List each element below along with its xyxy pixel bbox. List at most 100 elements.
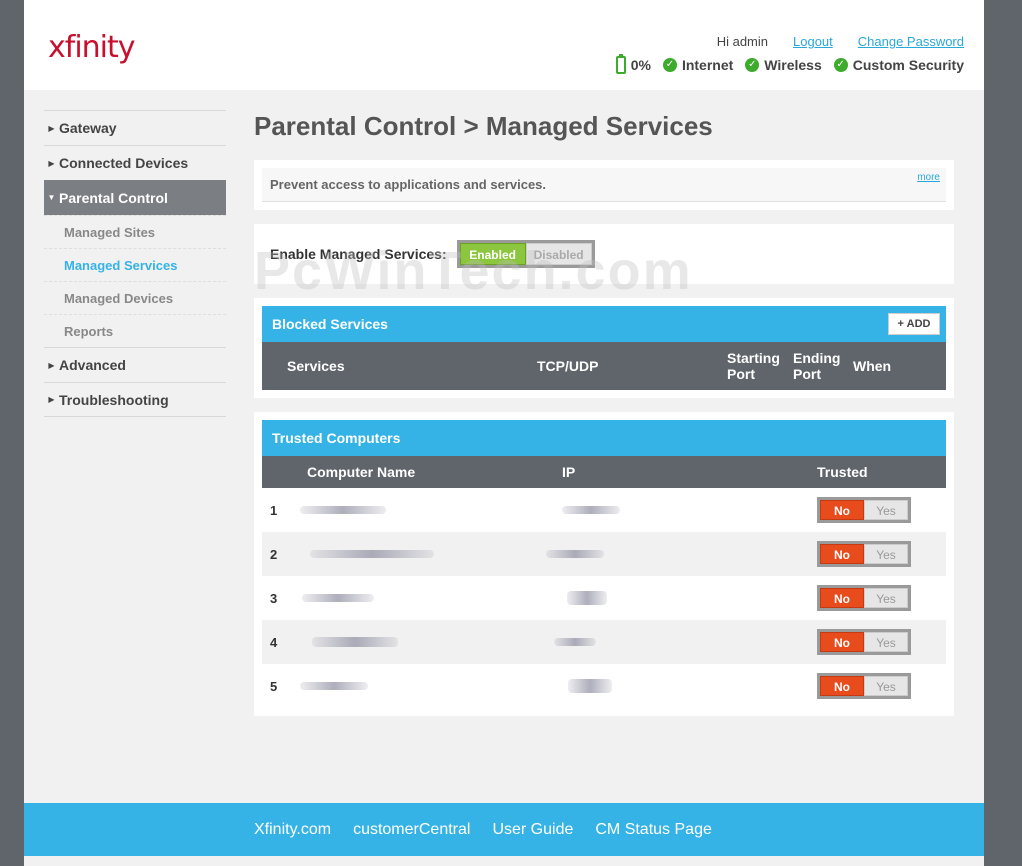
redacted-name <box>310 550 434 558</box>
triangle-right-icon: ▶ <box>48 395 55 404</box>
xfinity-logo[interactable]: xfinity <box>48 30 136 65</box>
trusted-computers-title: Trusted Computers <box>272 430 401 446</box>
table-row: 2 No Yes <box>262 532 946 576</box>
internet-status: ✓ Internet <box>662 57 734 73</box>
yes-button[interactable]: Yes <box>864 632 908 652</box>
enable-panel: Enable Managed Services: Enabled Disable… <box>254 224 954 284</box>
blocked-services-title: Blocked Services <box>272 316 388 332</box>
redacted-ip <box>567 591 607 605</box>
column-header: Computer Name <box>307 464 416 480</box>
redacted-name <box>302 594 374 602</box>
sidebar-subitem-managed-devices[interactable]: Managed Devices <box>44 281 226 314</box>
more-link[interactable]: more <box>917 172 940 183</box>
sidebar-subitem-reports[interactable]: Reports <box>44 314 226 347</box>
redacted-ip <box>568 679 612 693</box>
redacted-name <box>300 682 368 690</box>
column-header: Trusted <box>817 464 868 480</box>
battery-icon <box>615 54 626 74</box>
check-icon: ✓ <box>745 58 760 72</box>
triangle-right-icon: ▶ <box>48 158 55 168</box>
battery-status: 0% <box>615 54 651 74</box>
footer-link-cm-status[interactable]: CM Status Page <box>595 821 712 839</box>
footer-link-customer-central[interactable]: customerCentral <box>353 821 470 839</box>
intro-text: Prevent access to applications and servi… <box>262 168 946 202</box>
row-number: 4 <box>270 634 278 650</box>
no-button[interactable]: No <box>820 544 864 564</box>
enable-label: Enable Managed Services: <box>270 246 447 262</box>
sidebar-item-parental-control[interactable]: ▼ Parental Control <box>44 180 226 215</box>
footer-link-user-guide[interactable]: User Guide <box>492 821 573 839</box>
footer-link-xfinity[interactable]: Xfinity.com <box>254 821 331 839</box>
triangle-right-icon: ▶ <box>48 123 55 133</box>
security-label: Custom Security <box>852 57 964 73</box>
footer: Xfinity.com customerCentral User Guide C… <box>24 803 984 856</box>
column-header: TCP/UDP <box>537 358 599 374</box>
trusted-toggle[interactable]: No Yes <box>817 541 911 567</box>
trusted-toggle[interactable]: No Yes <box>817 497 911 523</box>
redacted-name <box>312 637 398 647</box>
redacted-ip <box>554 638 596 646</box>
yes-button[interactable]: Yes <box>864 676 908 696</box>
row-number: 3 <box>270 590 278 606</box>
security-status: ✓ Custom Security <box>833 57 964 73</box>
sidebar: ▶ Gateway ▶ Connected Devices ▼ Parental… <box>44 110 226 417</box>
wireless-status: ✓ Wireless <box>745 57 822 73</box>
trusted-toggle[interactable]: No Yes <box>817 629 911 655</box>
no-button[interactable]: No <box>820 588 864 608</box>
status-bar: 0% ✓ Internet ✓ Wireless ✓ Custom Securi… <box>615 54 964 74</box>
row-number: 1 <box>270 502 278 518</box>
column-header: When <box>853 358 892 374</box>
column-header: Services <box>287 358 345 374</box>
sidebar-item-troubleshooting[interactable]: ▶ Troubleshooting <box>44 382 226 417</box>
enable-toggle[interactable]: Enabled Disabled <box>456 240 595 268</box>
table-row: 5 No Yes <box>262 664 946 708</box>
redacted-ip <box>562 506 620 514</box>
change-password-link[interactable]: Change Password <box>858 34 964 49</box>
sidebar-item-advanced[interactable]: ▶ Advanced <box>44 347 226 382</box>
blocked-services-columns: Services TCP/UDP Starting Port Ending Po… <box>262 342 946 390</box>
check-icon: ✓ <box>833 58 848 72</box>
wireless-label: Wireless <box>764 57 822 73</box>
table-row: 1 No Yes <box>262 488 946 532</box>
yes-button[interactable]: Yes <box>864 588 908 608</box>
intro-panel: Prevent access to applications and servi… <box>254 160 954 210</box>
triangle-down-icon: ▼ <box>47 193 56 202</box>
sidebar-item-label: Connected Devices <box>59 155 189 171</box>
sidebar-item-connected-devices[interactable]: ▶ Connected Devices <box>44 145 226 180</box>
no-button[interactable]: No <box>820 632 864 652</box>
sidebar-item-label: Troubleshooting <box>59 391 169 408</box>
greeting: Hi admin <box>716 34 768 49</box>
no-button[interactable]: No <box>820 500 864 520</box>
main-content: Parental Control > Managed Services Prev… <box>254 108 954 730</box>
sidebar-item-gateway[interactable]: ▶ Gateway <box>44 110 226 145</box>
sidebar-subitem-managed-sites[interactable]: Managed Sites <box>44 215 226 248</box>
redacted-name <box>300 506 386 514</box>
no-button[interactable]: No <box>820 676 864 696</box>
trusted-computers-header: Trusted Computers <box>262 420 946 456</box>
top-links: Hi admin Logout Change Password <box>717 34 964 49</box>
header: xfinity Hi admin Logout Change Password … <box>24 0 984 90</box>
battery-percent: 0% <box>630 57 651 73</box>
yes-button[interactable]: Yes <box>864 544 908 564</box>
page: xfinity Hi admin Logout Change Password … <box>24 0 984 866</box>
trusted-computers-columns: Computer Name IP Trusted <box>262 456 946 488</box>
column-header: IP <box>562 464 576 480</box>
row-number: 2 <box>270 546 278 562</box>
sidebar-item-label: Advanced <box>59 357 126 373</box>
internet-label: Internet <box>681 57 734 73</box>
trusted-toggle[interactable]: No Yes <box>817 673 911 699</box>
logout-link[interactable]: Logout <box>793 34 833 49</box>
enabled-button[interactable]: Enabled <box>459 243 526 265</box>
row-number: 5 <box>270 678 278 694</box>
column-header: Ending Port <box>793 350 841 382</box>
sidebar-subitem-managed-services[interactable]: Managed Services <box>44 248 226 281</box>
sidebar-item-label: Parental Control <box>59 189 168 206</box>
trusted-toggle[interactable]: No Yes <box>817 585 911 611</box>
add-button[interactable]: + ADD <box>888 313 940 335</box>
yes-button[interactable]: Yes <box>864 500 908 520</box>
table-row: 3 No Yes <box>262 576 946 620</box>
table-row: 4 No Yes <box>262 620 946 664</box>
disabled-button[interactable]: Disabled <box>525 243 592 265</box>
column-header: Starting Port <box>727 350 780 382</box>
check-icon: ✓ <box>662 58 677 72</box>
